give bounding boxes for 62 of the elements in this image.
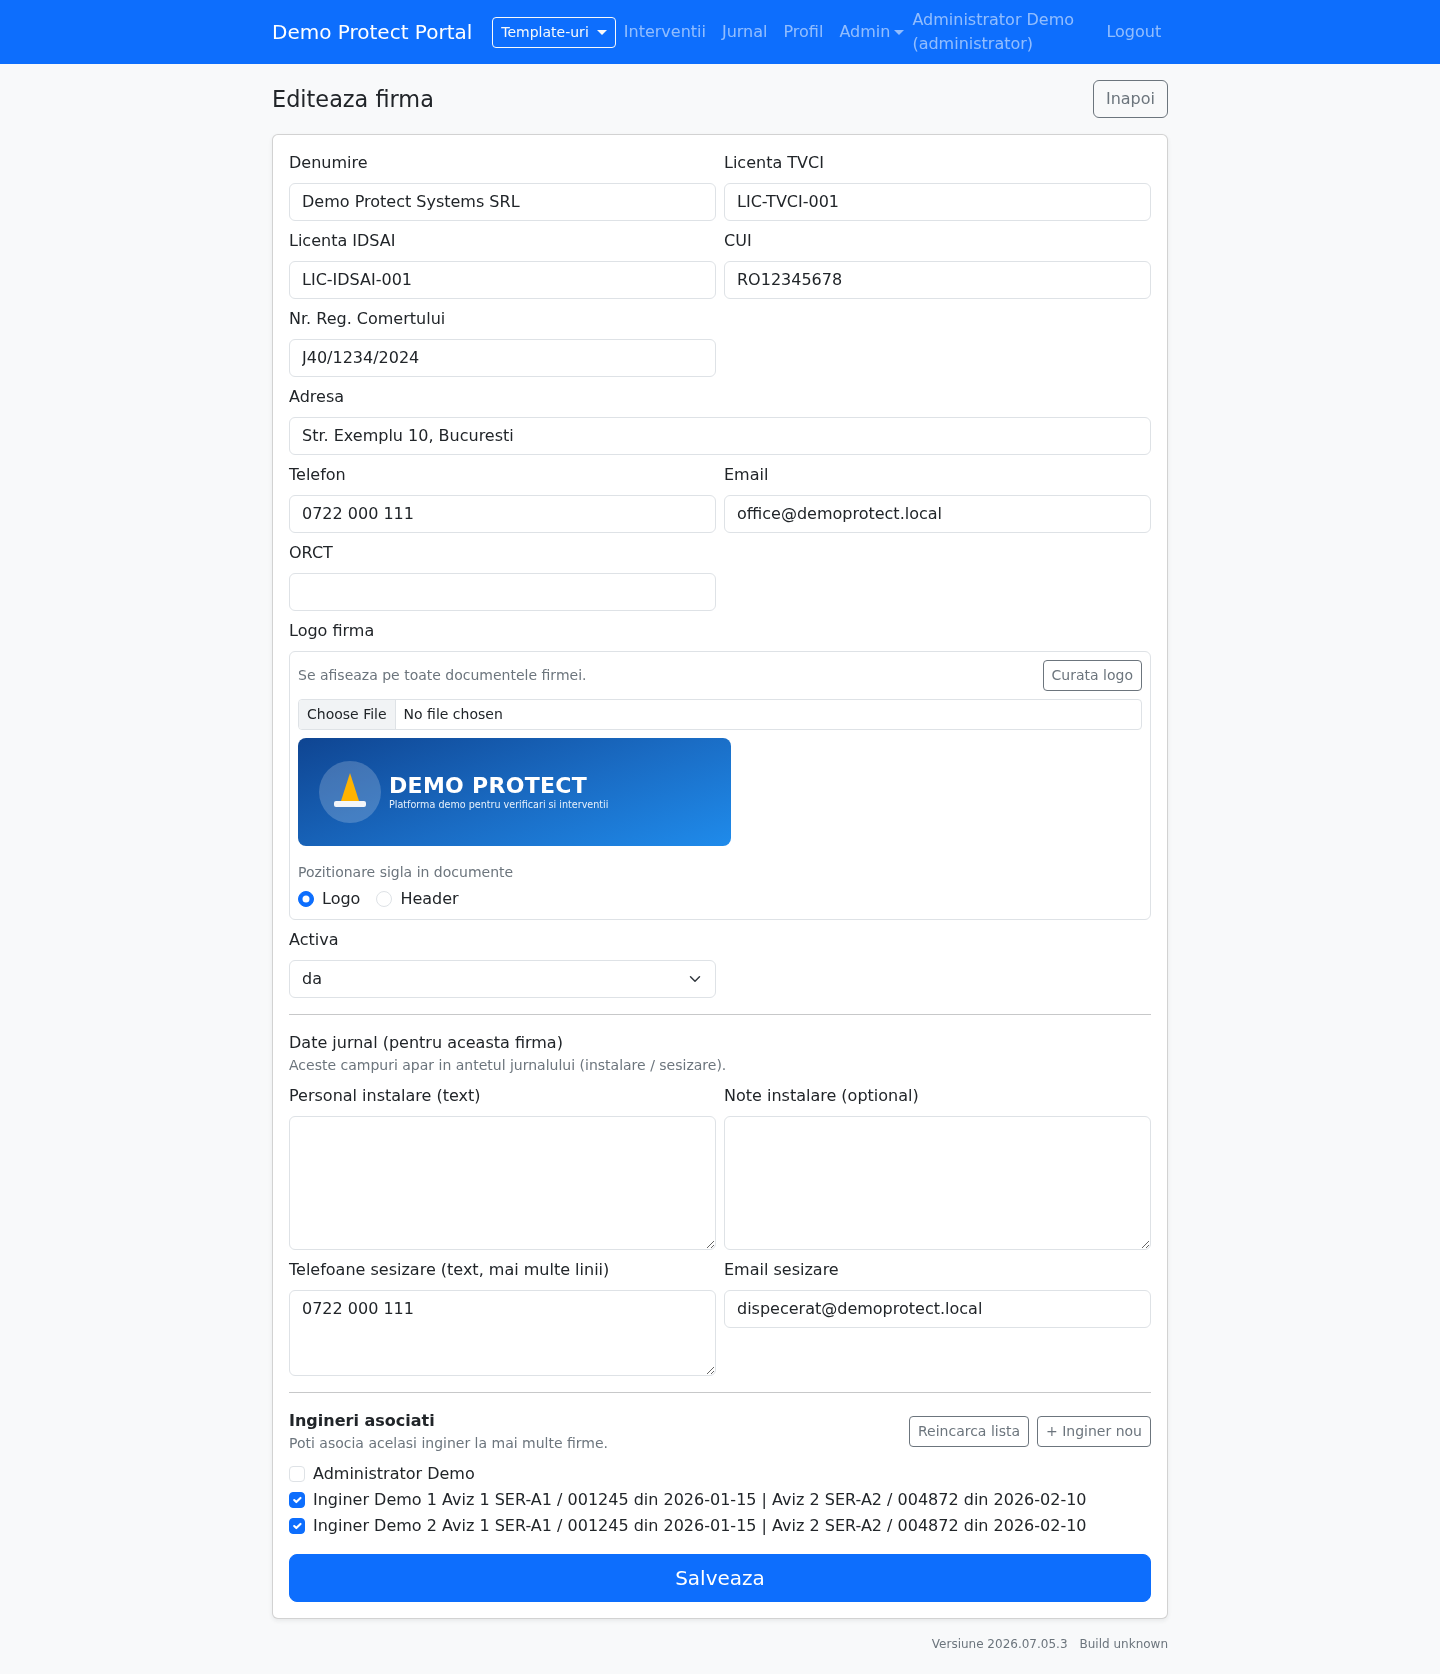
action-button[interactable]: Reincarca lista [908,1416,1030,1447]
field-label: Licenta IDSAI [289,230,396,252]
field-label: Activa [289,929,339,951]
field-label: Email [724,464,769,486]
text-input[interactable] [289,573,716,611]
text-input[interactable]: dispecerat@demoprotect.local [724,1290,1151,1328]
text-area[interactable] [724,1116,1151,1250]
section-title: Date jurnal (pentru aceasta firma) [289,1032,564,1054]
file-status-text: No file chosen [402,705,504,724]
section-note: Poti asocia acelasi inginer la mai multe firme. [289,1434,609,1453]
logo-subtitle: Platforma demo pentru verificari si interventii [389,798,609,812]
field-label: Telefoane sesizare (text, mai multe linii) [289,1259,610,1281]
text-input[interactable]: LIC-IDSAI-001 [289,261,716,299]
field-label: Note instalare (optional) [724,1085,919,1107]
group-label: Pozitionare sigla in documente [298,863,515,882]
radio-label: Header [400,888,459,910]
text-area[interactable] [289,1116,716,1250]
back-button[interactable]: Inapoi [1092,80,1168,118]
checkbox-label: Inginer Demo 2 Aviz 1 SER-A1 / 001245 din 2026-01-15 | Aviz 2 SER-A2 / 004872 din 2026-02-10 [313,1515,1087,1537]
field-label: Licenta TVCI [724,152,824,174]
text-input[interactable]: Demo Protect Systems SRL [289,183,716,221]
hint-text: Se afiseaza pe toate documentele firmei. [298,666,587,685]
save-button[interactable]: Salveaza [289,1554,1151,1602]
checkbox-label: Inginer Demo 1 Aviz 1 SER-A1 / 001245 din 2026-01-15 | Aviz 2 SER-A2 / 004872 din 2026-02-10 [313,1489,1087,1511]
field-label: Adresa [289,386,345,408]
action-button[interactable]: + Inginer nou [1037,1416,1151,1447]
checkbox[interactable] [289,1492,305,1508]
section-title: Ingineri asociati [289,1410,436,1432]
text-area[interactable]: 0722 000 111 [289,1290,716,1376]
build-text: Build unknown [1079,1636,1168,1653]
logo-title: DEMO PROTECT [389,772,589,799]
version-text: Versiune 2026.07.05.3 [931,1636,1068,1653]
section-note: Aceste campuri apar in antetul jurnalului (instalare / sesizare). [289,1056,728,1075]
field-label: Email sesizare [724,1259,839,1281]
text-input[interactable]: LIC-TVCI-001 [724,183,1151,221]
radio-label: Logo [322,888,361,910]
field-label: Denumire [289,152,368,174]
checkbox-label: Administrator Demo [313,1463,475,1485]
caret-icon [894,29,905,35]
user-name-text: Administrator Demo (administrator) [912,9,1076,55]
caret-icon [596,29,607,35]
select-field[interactable]: da [289,960,716,998]
field-label: Telefon [289,464,346,486]
field-label: Logo firma [289,620,375,642]
field-label: CUI [724,230,752,252]
text-input[interactable]: Str. Exemplu 10, Bucuresti [289,417,1151,455]
choose-file-button[interactable]: Choose File [299,700,396,729]
field-label: Personal instalare (text) [289,1085,481,1107]
text-input[interactable]: office@demoprotect.local [724,495,1151,533]
text-input[interactable]: J40/1234/2024 [289,339,716,377]
cone-icon [319,761,381,823]
field-label: Nr. Reg. Comertului [289,308,446,330]
file-input[interactable]: Choose File No file chosen [298,699,1142,730]
text-input[interactable]: RO12345678 [724,261,1151,299]
dropdown-button[interactable]: Template-uri [492,16,616,48]
page-title: Editeaza firma [272,85,434,113]
radio-button[interactable] [298,891,314,907]
checkbox[interactable] [289,1518,305,1534]
text-input[interactable]: 0722 000 111 [289,495,716,533]
clear-logo-button[interactable]: Curata logo [1042,660,1142,691]
field-label: ORCT [289,542,333,564]
brand-link[interactable]: Demo Protect Portal [272,17,473,47]
